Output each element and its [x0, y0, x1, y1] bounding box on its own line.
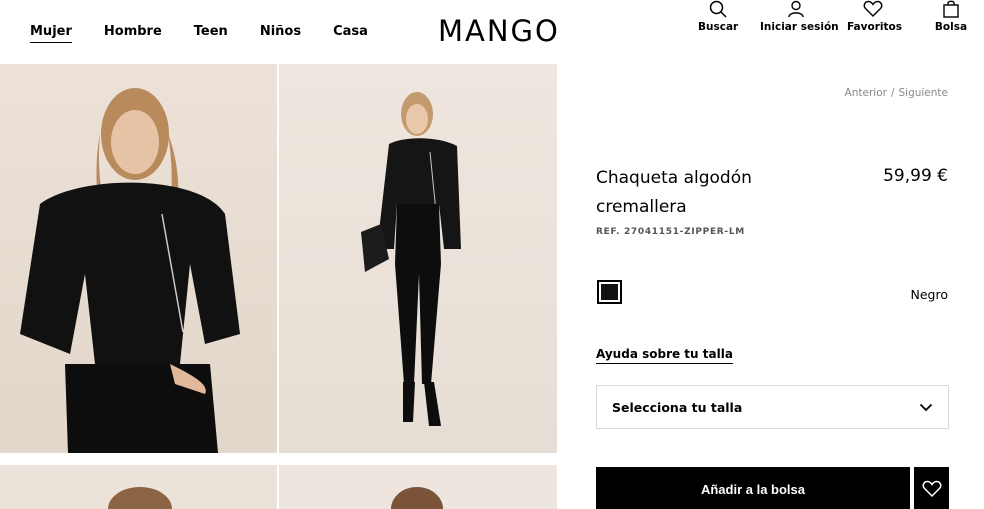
- bag-label: Bolsa: [934, 21, 968, 33]
- search-button[interactable]: Buscar: [698, 0, 738, 33]
- product-image-4[interactable]: [279, 465, 557, 509]
- main-nav: Mujer Hombre Teen Niños Casa: [30, 24, 368, 43]
- nav-item-teen[interactable]: Teen: [194, 24, 228, 43]
- heart-icon: [922, 480, 941, 498]
- swatch-fill: [601, 284, 618, 300]
- login-button[interactable]: Iniciar sesión: [760, 0, 839, 33]
- product-pager: Anterior / Siguiente: [845, 87, 948, 99]
- model-illustration-4: [391, 487, 443, 509]
- size-select[interactable]: Selecciona tu talla: [596, 385, 949, 429]
- product-image-3[interactable]: [0, 465, 277, 509]
- add-to-bag-button[interactable]: Añadir a la bolsa: [596, 467, 910, 509]
- nav-item-casa[interactable]: Casa: [333, 24, 368, 43]
- model-closeup-illustration: [20, 88, 240, 453]
- bag-button[interactable]: Bolsa: [934, 0, 968, 33]
- product-image-closeup[interactable]: [0, 64, 277, 453]
- search-label: Buscar: [698, 21, 739, 33]
- chevron-down-icon: [919, 403, 933, 411]
- favorites-label: Favoritos: [847, 21, 902, 33]
- product-price: 59,99 €: [883, 166, 948, 186]
- site-header: Mujer Hombre Teen Niños Casa MANGO Busca…: [0, 0, 984, 64]
- product-name: Chaqueta algodón cremallera: [596, 168, 752, 217]
- favorites-button[interactable]: Favoritos: [847, 0, 902, 33]
- size-help-link[interactable]: Ayuda sobre tu talla: [596, 347, 733, 364]
- color-swatch-selected[interactable]: [597, 280, 622, 304]
- pager-separator: /: [890, 87, 895, 99]
- user-icon: [788, 0, 804, 18]
- model-full-illustration: [361, 92, 461, 426]
- nav-item-mujer[interactable]: Mujer: [30, 24, 72, 43]
- nav-item-ninos[interactable]: Niños: [260, 24, 301, 43]
- model-illustration-3: [108, 487, 172, 509]
- heart-icon: [863, 0, 883, 17]
- product-image-full[interactable]: [279, 64, 557, 453]
- nav-item-hombre[interactable]: Hombre: [104, 24, 162, 43]
- login-label: Iniciar sesión: [760, 21, 839, 33]
- product-ref: REF. 27041151-ZIPPER-LM: [596, 227, 745, 237]
- search-icon: [709, 0, 727, 18]
- previous-link[interactable]: Anterior: [845, 87, 887, 99]
- brand-logo[interactable]: MANGO: [438, 14, 560, 48]
- color-name: Negro: [910, 287, 949, 302]
- next-link[interactable]: Siguiente: [898, 87, 948, 99]
- add-to-favorites-button[interactable]: [914, 467, 949, 509]
- size-select-label: Selecciona tu talla: [612, 399, 743, 415]
- bag-icon: [943, 0, 959, 18]
